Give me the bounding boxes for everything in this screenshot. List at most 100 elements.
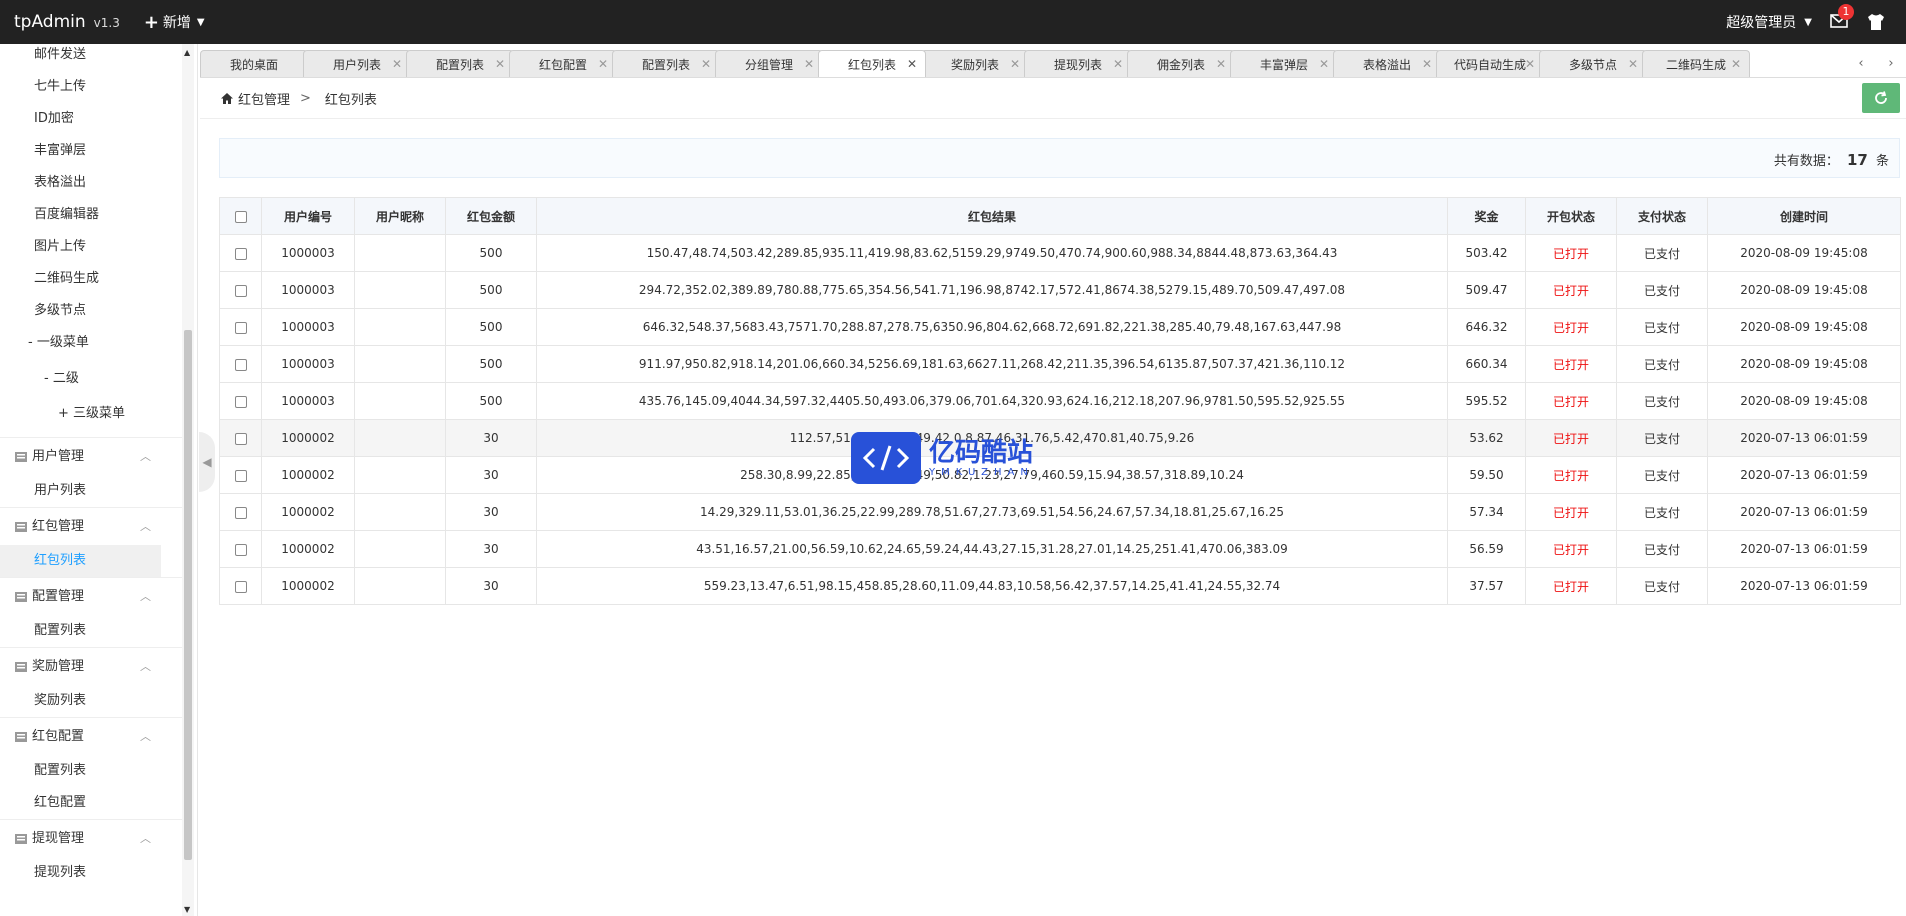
sidebar-item-redpacket-config[interactable]: 红包配置 bbox=[0, 787, 185, 819]
tab-redpacket-list[interactable]: 红包列表 ✕ bbox=[818, 50, 926, 77]
row-checkbox[interactable] bbox=[219, 382, 262, 420]
close-icon[interactable]: ✕ bbox=[907, 57, 917, 71]
sidebar-group-redpacket-config[interactable]: 红包配置 ︿ bbox=[0, 717, 185, 755]
select-all-checkbox[interactable] bbox=[219, 197, 262, 235]
tab-multi-node[interactable]: 多级节点 ✕ bbox=[1539, 50, 1647, 77]
sidebar-group-redpacket[interactable]: 红包管理 ︿ bbox=[0, 507, 185, 545]
menu-group-icon bbox=[15, 661, 27, 672]
theme-shirt-icon[interactable] bbox=[1866, 13, 1886, 31]
scroll-up-icon[interactable]: ▲ bbox=[184, 48, 190, 57]
close-icon[interactable]: ✕ bbox=[598, 57, 608, 71]
tab-withdraw-list[interactable]: 提现列表 ✕ bbox=[1024, 50, 1132, 77]
sidebar-scrollbar[interactable]: ▲ ▼ bbox=[182, 44, 194, 916]
sidebar-item-reward-list[interactable]: 奖励列表 bbox=[0, 685, 185, 717]
sidebar-item-table-overflow[interactable]: 表格溢出 bbox=[0, 167, 185, 199]
admin-menu[interactable]: 超级管理员 ▼ bbox=[1726, 12, 1812, 32]
close-icon[interactable]: ✕ bbox=[1113, 57, 1123, 71]
table-row[interactable]: 1000003 500 150.47,48.74,503.42,289.85,935… bbox=[219, 234, 1901, 272]
home-icon[interactable] bbox=[220, 92, 234, 105]
close-icon[interactable]: ✕ bbox=[1319, 57, 1329, 71]
table-row[interactable]: 1000003 500 294.72,352.02,389.89,780.88,77… bbox=[219, 271, 1901, 309]
sidebar-group-config[interactable]: 配置管理 ︿ bbox=[0, 577, 185, 615]
scroll-down-icon[interactable]: ▼ bbox=[184, 905, 190, 914]
row-checkbox[interactable] bbox=[219, 567, 262, 605]
app-name: tpAdmin bbox=[14, 12, 86, 32]
row-checkbox[interactable] bbox=[219, 419, 262, 457]
tab-config-list-2[interactable]: 配置列表 ✕ bbox=[612, 50, 720, 77]
sidebar-item-multi-node[interactable]: 多级节点 bbox=[0, 295, 185, 327]
close-icon[interactable]: ✕ bbox=[1422, 57, 1432, 71]
refresh-button[interactable] bbox=[1862, 83, 1900, 113]
sidebar-item-qrcode[interactable]: 二维码生成 bbox=[0, 263, 185, 295]
sidebar-item-config-list[interactable]: 配置列表 bbox=[0, 615, 185, 647]
menu-group-icon bbox=[15, 521, 27, 532]
row-checkbox[interactable] bbox=[219, 493, 262, 531]
user-id-cell: 1000002 bbox=[261, 567, 355, 605]
table-row[interactable]: 1000003 500 911.97,950.82,918.14,201.06,66… bbox=[219, 345, 1901, 383]
add-new-button[interactable]: + 新增 ▼ bbox=[144, 12, 205, 33]
tab-reward-list[interactable]: 奖励列表 ✕ bbox=[921, 50, 1029, 77]
sidebar-item-level3-menu[interactable]: + 三级菜单 bbox=[0, 399, 185, 431]
row-checkbox[interactable] bbox=[219, 271, 262, 309]
table-row[interactable]: 1000002 30 14.29,329.11,53.01,36.25,22.99,… bbox=[219, 493, 1901, 531]
tab-rich-layer[interactable]: 丰富弹层 ✕ bbox=[1230, 50, 1338, 77]
sidebar-item-withdraw-list[interactable]: 提现列表 bbox=[0, 857, 185, 889]
data-count-text: 共有数据： 17 条 bbox=[1774, 150, 1889, 169]
close-icon[interactable]: ✕ bbox=[1010, 57, 1020, 71]
sidebar-item-user-list[interactable]: 用户列表 bbox=[0, 475, 185, 507]
tab-group-manage[interactable]: 分组管理 ✕ bbox=[715, 50, 823, 77]
sidebar-item-id-encrypt[interactable]: ID加密 bbox=[0, 103, 185, 135]
row-checkbox[interactable] bbox=[219, 234, 262, 272]
close-icon[interactable]: ✕ bbox=[1525, 57, 1535, 71]
sidebar-item-baidu-editor[interactable]: 百度编辑器 bbox=[0, 199, 185, 231]
chevron-left-icon[interactable]: ‹ bbox=[1846, 50, 1876, 77]
row-checkbox[interactable] bbox=[219, 530, 262, 568]
sidebar-item-rich-layer[interactable]: 丰富弹层 bbox=[0, 135, 185, 167]
message-button[interactable]: 1 bbox=[1830, 4, 1854, 30]
tab-redpacket-config[interactable]: 红包配置 ✕ bbox=[509, 50, 617, 77]
tab-desktop[interactable]: 我的桌面 bbox=[200, 50, 308, 77]
close-icon[interactable]: ✕ bbox=[1216, 57, 1226, 71]
sidebar-group-withdraw[interactable]: 提现管理 ︿ bbox=[0, 819, 185, 857]
sidebar-group-user[interactable]: 用户管理 ︿ bbox=[0, 437, 185, 475]
table-row[interactable]: 1000002 30 258.30,8.99,22.85,59. 30,42.49,… bbox=[219, 456, 1901, 494]
sidebar-item-image-upload[interactable]: 图片上传 bbox=[0, 231, 185, 263]
sidebar-item-config-list-2[interactable]: 配置列表 bbox=[0, 755, 185, 787]
breadcrumb-parent[interactable]: 红包管理 bbox=[238, 89, 290, 108]
sidebar-item-qiniu-upload[interactable]: 七牛上传 bbox=[0, 71, 185, 103]
tab-codegen[interactable]: 代码自动生成 ✕ bbox=[1436, 50, 1544, 77]
table-row[interactable]: 1000003 500 435.76,145.09,4044.34,597.32,4… bbox=[219, 382, 1901, 420]
created-time-cell: 2020-08-09 19:45:08 bbox=[1707, 382, 1901, 420]
close-icon[interactable]: ✕ bbox=[1731, 57, 1741, 71]
result-cell: 150.47,48.74,503.42,289.85,935.11,419.98… bbox=[536, 234, 1448, 272]
close-icon[interactable]: ✕ bbox=[804, 57, 814, 71]
sidebar-item-level2[interactable]: - 二级 bbox=[0, 359, 185, 399]
sidebar-item-redpacket-list[interactable]: 红包列表 bbox=[0, 545, 161, 577]
sidebar-collapse-button[interactable]: ◀ bbox=[199, 432, 215, 492]
row-checkbox[interactable] bbox=[219, 456, 262, 494]
sidebar-group-reward[interactable]: 奖励管理 ︿ bbox=[0, 647, 185, 685]
chevron-right-icon[interactable]: › bbox=[1876, 50, 1906, 77]
table-row[interactable]: 1000003 500 646.32,548.37,5683.43,7571.70,… bbox=[219, 308, 1901, 346]
tab-user-list[interactable]: 用户列表 ✕ bbox=[303, 50, 411, 77]
sidebar-item-level1-menu[interactable]: - 一级菜单 bbox=[0, 327, 185, 359]
app-logo[interactable]: tpAdmin v1.3 bbox=[0, 12, 120, 32]
scrollbar-thumb[interactable] bbox=[184, 330, 192, 860]
tab-qrcode[interactable]: 二维码生成 ✕ bbox=[1642, 50, 1750, 77]
close-icon[interactable]: ✕ bbox=[495, 57, 505, 71]
row-checkbox[interactable] bbox=[219, 308, 262, 346]
table-row[interactable]: 1000002 30 43.51,16.57,21.00,56.59,10.62,2… bbox=[219, 530, 1901, 568]
sidebar-item-email[interactable]: 邮件发送 bbox=[0, 44, 185, 71]
table-row[interactable]: 1000002 30 112.57,51.86,8.39,1 49.42 0.8.8… bbox=[219, 419, 1901, 457]
bonus-cell: 509.47 bbox=[1447, 271, 1526, 309]
close-icon[interactable]: ✕ bbox=[701, 57, 711, 71]
close-icon[interactable]: ✕ bbox=[1628, 57, 1638, 71]
tab-commission-list[interactable]: 佣金列表 ✕ bbox=[1127, 50, 1235, 77]
table-row[interactable]: 1000002 30 559.23,13.47,6.51,98.15,458.85,… bbox=[219, 567, 1901, 605]
chevron-down-icon: ▼ bbox=[196, 16, 205, 28]
close-icon[interactable]: ✕ bbox=[392, 57, 402, 71]
open-status-cell: 已打开 bbox=[1525, 308, 1617, 346]
row-checkbox[interactable] bbox=[219, 345, 262, 383]
tab-config-list[interactable]: 配置列表 ✕ bbox=[406, 50, 514, 77]
tab-table-overflow[interactable]: 表格溢出 ✕ bbox=[1333, 50, 1441, 77]
